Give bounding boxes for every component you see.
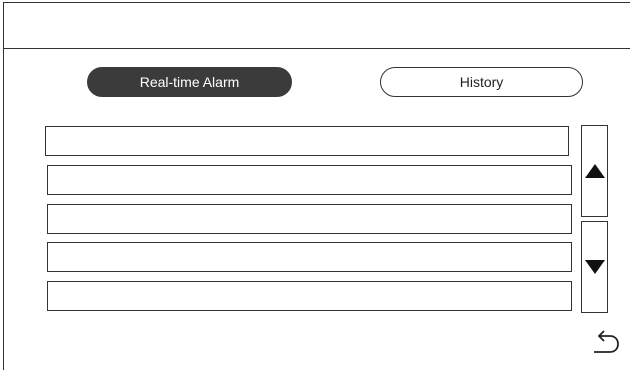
tab-history[interactable]: History: [380, 67, 583, 97]
tab-realtime-alarm[interactable]: Real-time Alarm: [87, 67, 292, 97]
alarm-row[interactable]: [47, 165, 572, 195]
alarm-row[interactable]: [47, 281, 572, 311]
triangle-down-icon: [584, 260, 605, 274]
alarm-row[interactable]: [47, 204, 572, 234]
tab-realtime-alarm-label: Real-time Alarm: [139, 74, 240, 90]
back-arrow-icon: [594, 330, 619, 353]
alarm-row[interactable]: [47, 242, 572, 272]
scroll-down-button[interactable]: [581, 221, 608, 313]
triangle-up-icon: [584, 164, 605, 178]
alarm-row[interactable]: [45, 126, 569, 156]
back-button[interactable]: [588, 323, 624, 357]
tab-history-label: History: [459, 74, 504, 90]
scroll-up-button[interactable]: [581, 125, 608, 217]
header-bar: [4, 3, 630, 49]
